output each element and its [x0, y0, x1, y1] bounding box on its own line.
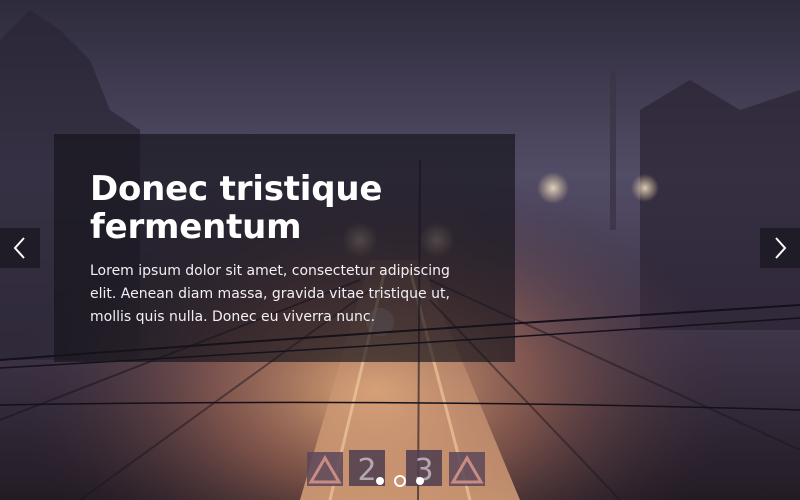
- previous-slide-button[interactable]: [0, 228, 40, 268]
- next-slide-button[interactable]: [760, 228, 800, 268]
- pagination-dot-3[interactable]: [416, 477, 424, 485]
- chevron-right-icon: [775, 237, 787, 259]
- slide-description: Lorem ipsum dolor sit amet, consectetur …: [90, 263, 450, 325]
- pagination-dot-2-active[interactable]: [394, 475, 406, 487]
- pagination-dot-1[interactable]: [376, 477, 384, 485]
- slide-pagination: [374, 475, 426, 487]
- slide-title: Donec tristique fermentum: [90, 169, 383, 247]
- slide-caption: Donec tristique fermentum Lorem ipsum do…: [54, 134, 515, 362]
- chevron-left-icon: [13, 237, 25, 259]
- image-slider: 2 3 Donec tristique fermentum Lorem ipsu…: [0, 0, 800, 500]
